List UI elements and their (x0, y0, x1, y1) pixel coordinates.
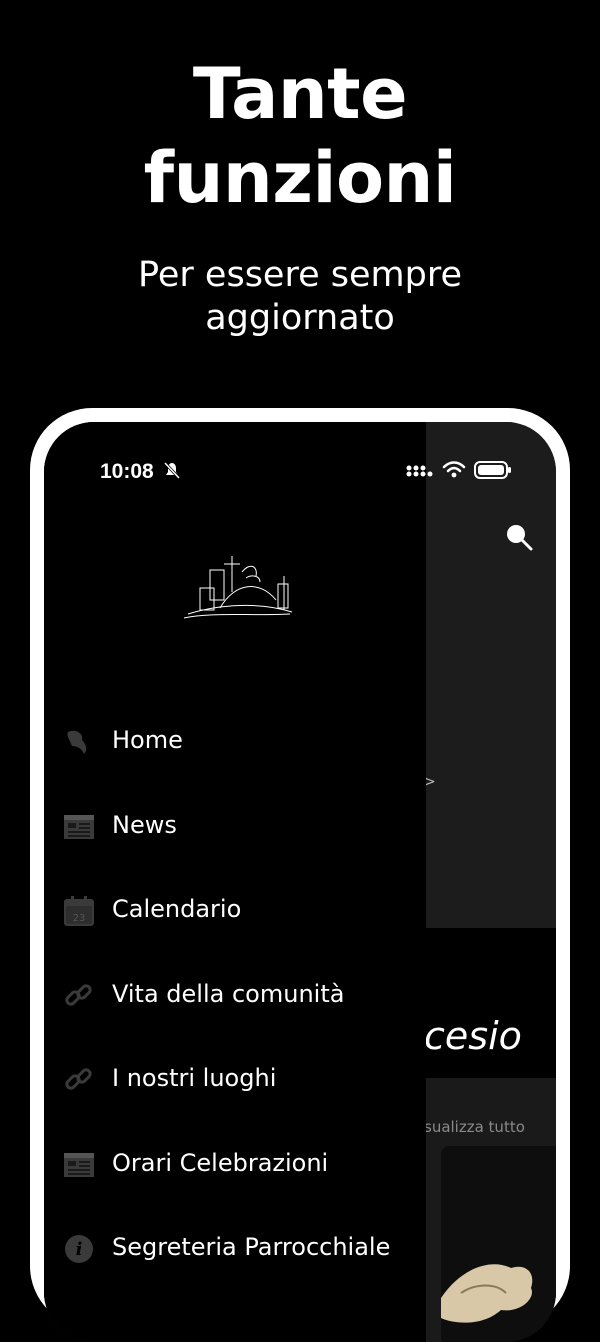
newspaper-icon (62, 1149, 96, 1181)
drawer-item-label: Orari Celebrazioni (112, 1148, 329, 1177)
card-image (441, 1264, 533, 1323)
link-icon (62, 980, 96, 1012)
home-icon (62, 726, 96, 758)
drawer-item-label: I nostri luoghi (112, 1064, 277, 1092)
drawer-item-label: Vita della comunità (112, 979, 345, 1008)
promo-subtitle: Per essere sempre aggiornato (0, 254, 600, 340)
drawer-item-label: Home (112, 726, 183, 754)
parish-logo (180, 552, 296, 632)
link-icon (62, 1064, 96, 1096)
promo-title-line1: Tante (192, 53, 408, 135)
drawer-item-home[interactable]: Home (62, 712, 422, 772)
status-bar: 10:08 (44, 422, 556, 502)
drawer-item-news[interactable]: News (62, 797, 422, 857)
section-title: cesio (424, 1014, 522, 1058)
drawer-item-calendario[interactable]: 23 Calendario (62, 881, 422, 941)
church-drawing-icon (183, 556, 293, 619)
phone-frame: > cesio sualizza tutto Home News 23 Cale… (30, 408, 570, 1342)
promo-title: Tante funzioni (0, 52, 600, 220)
phone-screen: > cesio sualizza tutto Home News 23 Cale… (44, 422, 556, 1342)
svg-text:i: i (76, 1239, 83, 1260)
drawer-item-i-nostri-luoghi[interactable]: I nostri luoghi (62, 1050, 422, 1110)
drawer-item-label: News (112, 810, 177, 839)
drawer-item-vita-della-comunit[interactable]: Vita della comunità (62, 966, 422, 1026)
promo-subtitle-line2: aggiornato (205, 298, 395, 338)
bell-slash-icon (163, 461, 181, 480)
calendar-icon: 23 (62, 895, 96, 927)
drawer-item-orari-celebrazioni[interactable]: Orari Celebrazioni (62, 1135, 422, 1195)
wifi-icon (442, 461, 466, 478)
view-all-link[interactable]: sualizza tutto (424, 1118, 525, 1136)
drawer-item-segreteria-parrocchiale[interactable]: i Segreteria Parrocchiale (62, 1219, 422, 1279)
drawer-item-label: Segreteria Parrocchiale (112, 1233, 391, 1261)
news-card[interactable] (441, 1146, 556, 1342)
status-time: 10:08 (100, 460, 154, 483)
cellular-signal-icon (406, 465, 433, 477)
battery-icon (474, 461, 511, 479)
svg-text:23: 23 (73, 913, 86, 924)
promo-title-line2: funzioni (143, 137, 457, 219)
drawer-item-label: Calendario (112, 895, 242, 923)
newspaper-icon (62, 811, 96, 843)
info-icon: i (62, 1233, 96, 1265)
search-icon[interactable] (504, 522, 534, 552)
navigation-drawer: Home News 23 Calendario Vita della comunità I… (44, 422, 426, 1342)
promo-subtitle-line1: Per essere sempre (138, 255, 462, 295)
